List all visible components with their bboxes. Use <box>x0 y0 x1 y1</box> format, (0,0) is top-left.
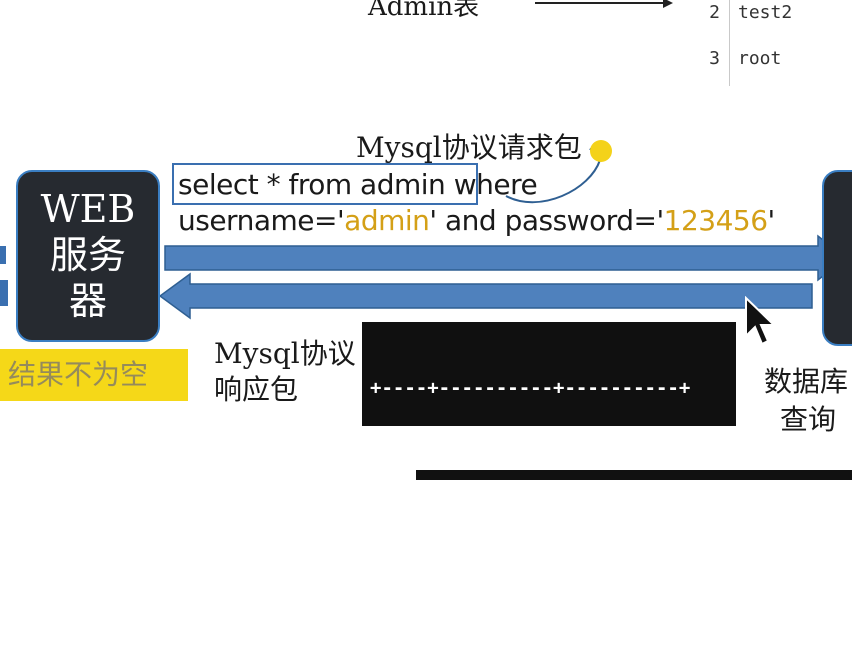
sql-user-prefix: username=' <box>178 204 345 237</box>
mini-row-name: test2 <box>738 2 793 23</box>
left-edge-arrow <box>0 280 8 306</box>
mini-row-name: root <box>738 48 782 69</box>
response-title-line-1: Mysql协议 <box>214 337 356 370</box>
request-title: Mysql协议请求包 <box>356 131 582 164</box>
query-result-table: +----+----------+----------+ | id | user… <box>362 322 736 624</box>
web-server-label-1: WEB <box>40 187 136 231</box>
sql-line-1: select * from admin where <box>178 168 538 201</box>
mini-row-id: 2 <box>709 2 720 23</box>
mini-admin-table: 2 test2 3 root <box>680 0 852 86</box>
right-arrow-icon <box>535 0 673 8</box>
mini-row-id: 3 <box>709 48 720 69</box>
bottom-dark-bar <box>416 470 852 480</box>
sql-end: ' <box>767 204 776 237</box>
web-server-label-2: 服务 <box>49 233 126 277</box>
web-server-label-3: 器 <box>68 279 107 323</box>
admin-table-label: Admin表 <box>368 0 480 22</box>
pointer-highlight-dot <box>590 140 612 162</box>
sql-middle: ' and password=' <box>429 204 664 237</box>
result-not-empty-note: 结果不为空 <box>0 349 188 401</box>
mouse-cursor-icon <box>745 296 777 346</box>
result-border: +----+----------+----------+ <box>370 527 691 549</box>
database-box <box>822 170 852 346</box>
sql-line-2: username='admin' and password='123456' <box>178 204 775 237</box>
result-border: +----+----------+----------+ <box>370 377 691 399</box>
sql-pass-value: 123456 <box>663 204 768 237</box>
database-query-label-2: 查询 <box>780 403 837 436</box>
sql-where-part: where <box>445 168 538 201</box>
database-query-label-1: 数据库 <box>764 365 849 398</box>
request-arrow <box>164 234 848 282</box>
response-title-line-2: 响应包 <box>214 373 299 406</box>
sql-user-value: admin <box>344 204 430 237</box>
sql-select-part: select * from admin <box>178 168 446 201</box>
web-server-box: WEB 服务 器 <box>16 170 160 342</box>
mini-table-row: 3 root <box>680 48 852 78</box>
response-arrow <box>158 272 813 320</box>
left-edge-arrow <box>0 246 6 264</box>
result-row: | 1 | admin | 123456 | <box>370 602 691 624</box>
mini-table-row: 2 test2 <box>680 2 852 32</box>
